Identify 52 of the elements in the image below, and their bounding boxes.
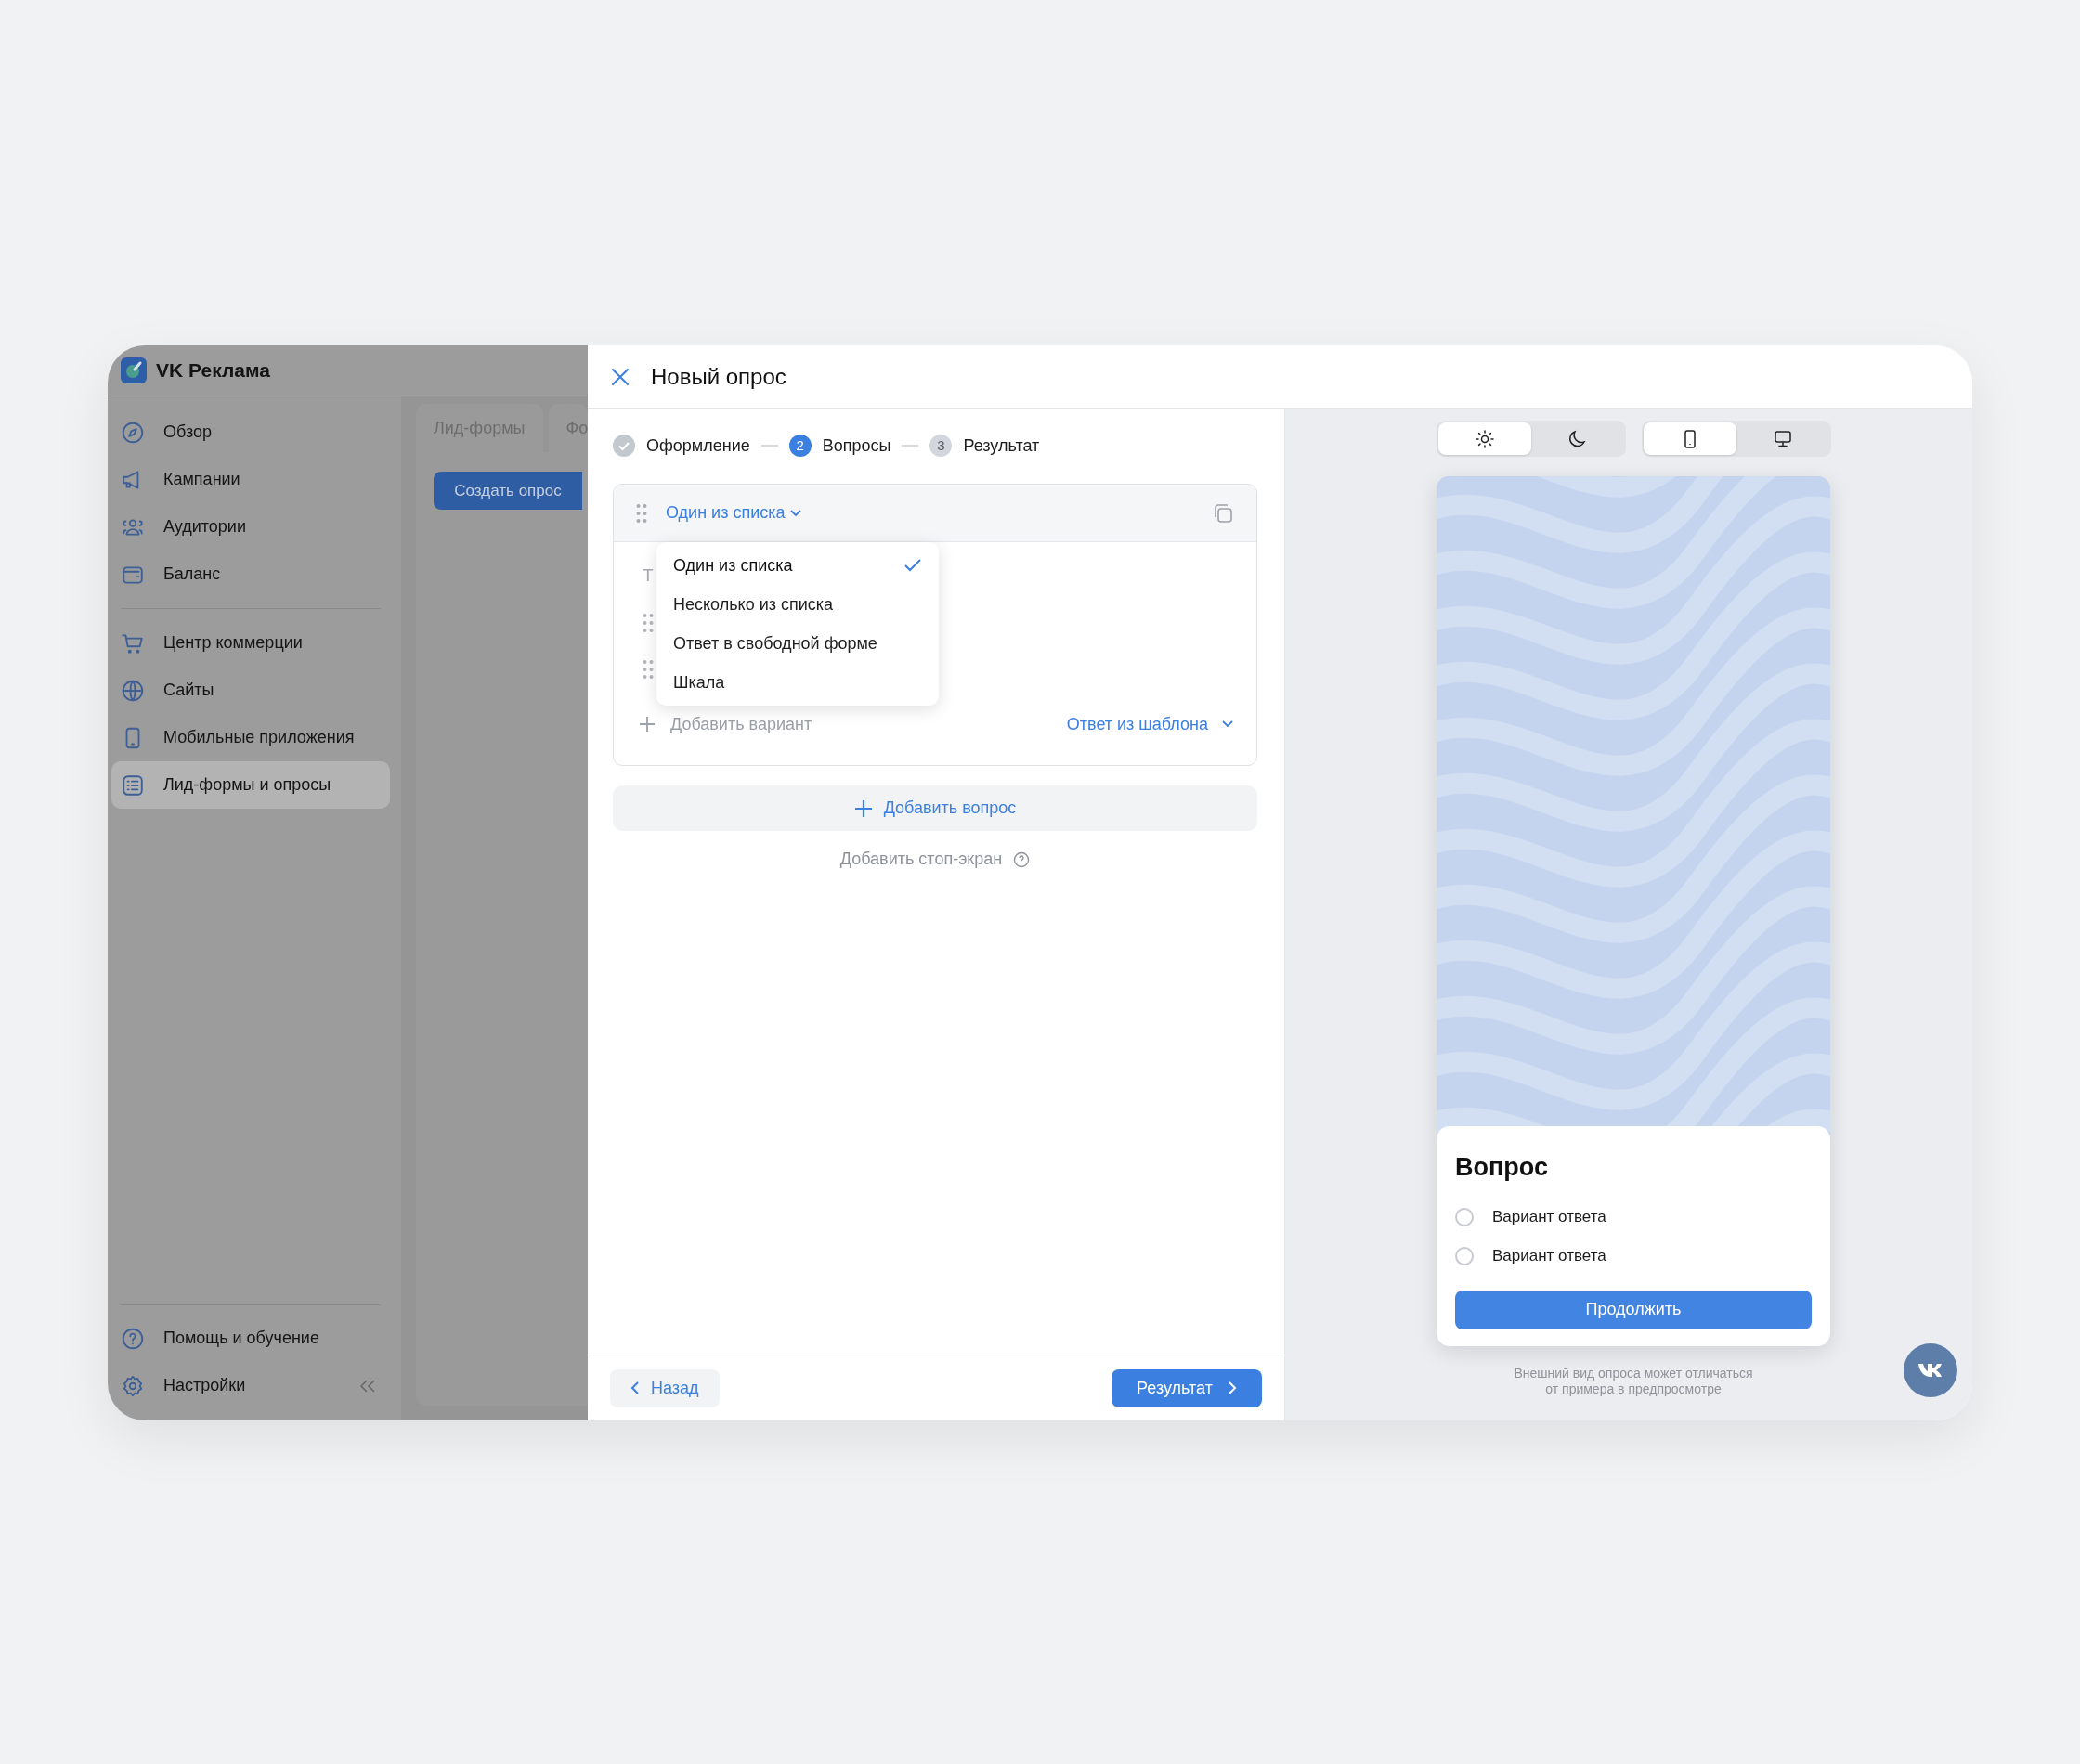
step-label[interactable]: Оформление — [646, 433, 750, 459]
menu-item[interactable]: Ответ в свободной форме — [656, 624, 939, 663]
step-label[interactable]: Вопросы — [822, 433, 891, 459]
plus-icon[interactable] — [639, 716, 656, 733]
template-answer-dropdown[interactable]: Ответ из шаблона — [1066, 711, 1234, 737]
sidebar-item[interactable]: Настройки — [163, 1373, 246, 1398]
result-button[interactable]: Результат — [1112, 1368, 1262, 1407]
close-icon[interactable] — [610, 366, 630, 387]
app-name: VK Реклама — [156, 358, 270, 383]
chevron-down-icon — [1221, 720, 1234, 729]
question-title: Вопрос — [1455, 1152, 1549, 1183]
step-number: 3 — [930, 435, 953, 457]
continue-button[interactable]: Продолжить — [1455, 1290, 1812, 1329]
copy-icon[interactable] — [1212, 501, 1234, 525]
checkmark-icon — [904, 558, 922, 573]
modal-title: Новый опрос — [651, 362, 786, 391]
drag-handle-icon[interactable] — [643, 614, 654, 632]
drag-handle-icon[interactable] — [643, 660, 654, 679]
app-logo-icon — [121, 357, 147, 383]
preview-note: Внешний вид опроса может отличаться от примера в предпросмотре — [1513, 1366, 1754, 1397]
plus-icon — [853, 798, 873, 818]
answer-option: Вариант ответа — [1492, 1243, 1606, 1268]
chevron-down-icon — [788, 508, 802, 518]
sun-icon — [1474, 427, 1496, 450]
settings-icon — [121, 1373, 145, 1398]
toggle-option[interactable] — [1438, 422, 1531, 455]
add-question-button[interactable]: Добавить вопрос — [613, 785, 1257, 831]
back-button[interactable]: Назад — [610, 1368, 720, 1407]
radio-button[interactable] — [1455, 1246, 1474, 1265]
help-icon[interactable] — [1013, 850, 1031, 868]
answer-option: Вариант ответа — [1492, 1204, 1606, 1229]
globe-icon — [121, 678, 145, 703]
vk-chat-button[interactable] — [1904, 1343, 1957, 1397]
compass-icon — [121, 420, 145, 445]
collapse-icon[interactable] — [358, 1378, 377, 1394]
sidebar-item[interactable]: Помощь и обучение — [163, 1326, 319, 1351]
vk-logo-icon — [1918, 1362, 1944, 1379]
create-survey-button[interactable]: Создать опрос — [434, 472, 582, 510]
menu-item[interactable]: Один из списка — [656, 546, 939, 585]
help-icon — [121, 1326, 145, 1351]
menu-item[interactable]: Несколько из списка — [656, 585, 939, 624]
drag-handle-icon[interactable] — [636, 503, 647, 523]
step-label[interactable]: Результат — [963, 433, 1040, 459]
chevron-right-icon — [1227, 1381, 1237, 1395]
question-type-dropdown[interactable]: Один из списка — [666, 500, 802, 525]
list-icon — [121, 772, 145, 798]
radio-button[interactable] — [1455, 1207, 1474, 1226]
sidebar-item[interactable]: Лид-формы и опросы — [111, 761, 390, 809]
toggle-option[interactable] — [1644, 422, 1736, 455]
chevron-left-icon — [630, 1381, 640, 1395]
step-number: 2 — [788, 435, 812, 457]
menu-item[interactable]: Шкала — [656, 663, 939, 702]
